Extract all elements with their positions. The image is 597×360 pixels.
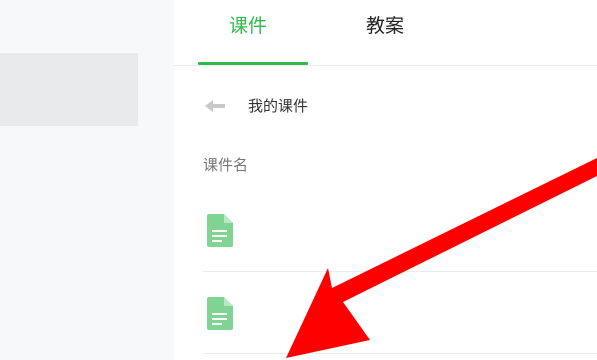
tab-lesson-plan[interactable]: 教案 bbox=[366, 12, 404, 40]
breadcrumb-label: 我的课件 bbox=[248, 97, 309, 115]
table-row[interactable] bbox=[203, 280, 597, 354]
document-icon bbox=[207, 214, 233, 247]
back-arrow-icon[interactable] bbox=[204, 99, 226, 113]
document-icon bbox=[207, 297, 233, 330]
tab-courseware[interactable]: 课件 bbox=[229, 12, 267, 40]
app-window: 课件 教案 我的课件 课件名 bbox=[0, 0, 597, 360]
tab-bar: 课件 教案 bbox=[174, 0, 597, 66]
active-tab-indicator bbox=[198, 62, 308, 65]
main-panel: 课件 教案 我的课件 课件名 bbox=[174, 0, 597, 360]
left-sidebar bbox=[0, 0, 174, 360]
row-divider bbox=[203, 353, 597, 354]
sidebar-selected-item[interactable] bbox=[0, 53, 138, 126]
column-header-name: 课件名 bbox=[203, 156, 249, 174]
table-row[interactable] bbox=[203, 197, 597, 272]
breadcrumb[interactable]: 我的课件 bbox=[204, 93, 308, 119]
